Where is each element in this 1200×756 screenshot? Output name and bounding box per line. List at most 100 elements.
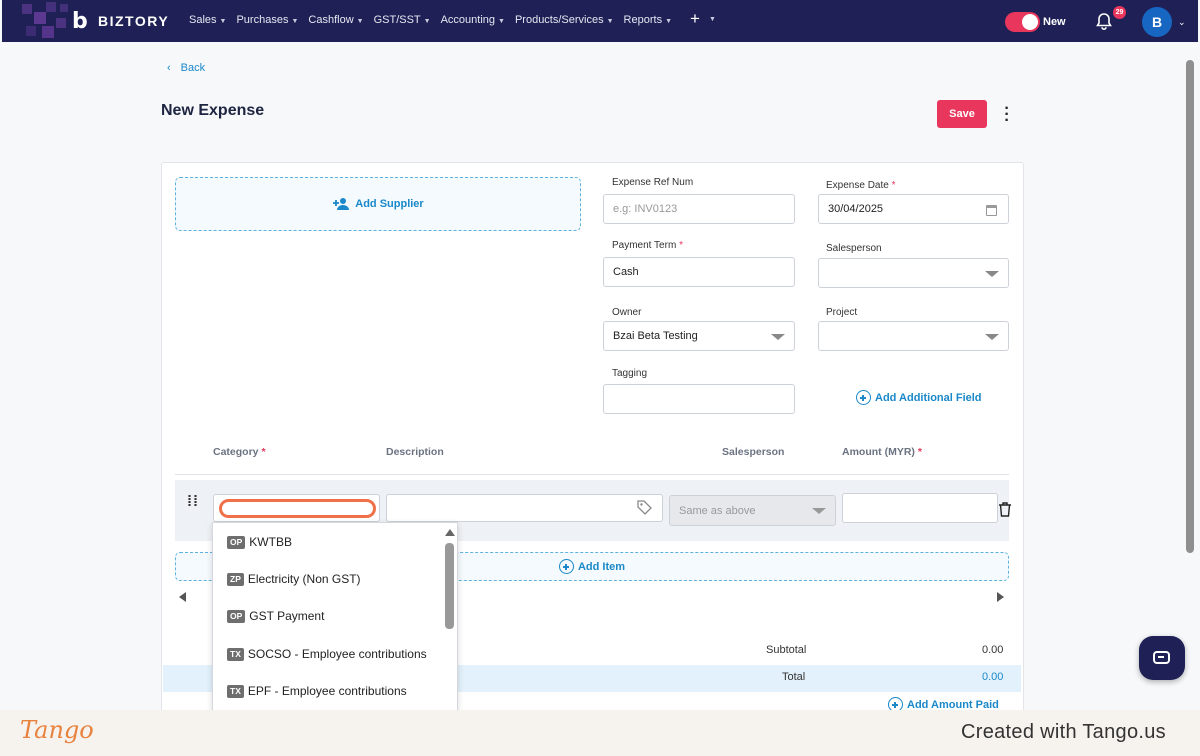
amount-header: Amount (MYR) * xyxy=(842,446,922,458)
expense-date-label: Expense Date * xyxy=(826,180,896,191)
add-additional-field-button[interactable]: Add Additional Field xyxy=(856,390,982,405)
chevron-down-icon: ▼ xyxy=(665,18,673,25)
add-circle-icon xyxy=(856,390,871,405)
page-scrollbar[interactable] xyxy=(1186,60,1194,553)
add-person-icon xyxy=(333,198,350,210)
subtotal-value: 0.00 xyxy=(982,644,1004,656)
salesperson-label: Salesperson xyxy=(826,243,882,254)
add-supplier-button[interactable]: Add Supplier xyxy=(175,177,581,231)
biztory-logo-icon[interactable]: b xyxy=(72,11,92,33)
tagging-label: Tagging xyxy=(612,368,648,379)
category-header: Category * xyxy=(213,446,266,458)
dropdown-arrow-icon xyxy=(985,334,999,340)
expense-ref-label: Expense Ref Num xyxy=(612,177,694,188)
chevron-down-icon: ▼ xyxy=(356,18,364,25)
divider xyxy=(175,474,1009,475)
chevron-down-icon: ▼ xyxy=(606,18,614,25)
toggle-label: New xyxy=(1043,16,1066,28)
nav-item-gst-sst[interactable]: GST/SST ▼ xyxy=(374,14,431,26)
dropdown-arrow-icon xyxy=(812,508,826,514)
save-button[interactable]: Save xyxy=(937,100,987,128)
trash-icon[interactable] xyxy=(998,502,1012,517)
description-header: Description xyxy=(386,446,444,458)
page-title: New Expense xyxy=(161,102,265,119)
chevron-down-icon: ▼ xyxy=(423,18,431,25)
list-item[interactable]: OP KWTBB xyxy=(227,535,292,549)
main-nav: Sales ▼ Purchases ▼ Cashflow ▼ GST/SST ▼ Acc… xyxy=(189,14,682,26)
logo-pixel xyxy=(34,12,46,24)
tax-code-badge: TX xyxy=(227,684,244,698)
owner-select[interactable]: Bzai Beta Testing xyxy=(603,321,795,351)
expense-date-input[interactable]: 30/04/2025 xyxy=(818,194,1009,224)
amount-input[interactable] xyxy=(842,493,998,523)
project-select[interactable] xyxy=(818,321,1009,351)
list-item[interactable]: ZP Electricity (Non GST) xyxy=(227,572,361,586)
chevron-left-icon: ‹ xyxy=(167,62,171,74)
click-highlight xyxy=(219,499,376,518)
logo-pixel xyxy=(22,4,32,14)
owner-label: Owner xyxy=(612,307,642,318)
tax-code-badge: TX xyxy=(227,647,244,661)
nav-item-sales[interactable]: Sales ▼ xyxy=(189,14,226,26)
dropdown-arrow-icon xyxy=(985,271,999,277)
more-options-icon[interactable]: · · · xyxy=(1002,101,1012,129)
bell-icon[interactable] xyxy=(1095,12,1113,30)
chat-support-button[interactable] xyxy=(1139,636,1185,680)
add-circle-icon xyxy=(558,559,574,574)
logo-pixel xyxy=(46,2,56,12)
salesperson-select[interactable] xyxy=(818,258,1009,288)
total-value: 0.00 xyxy=(982,671,1004,683)
dropdown-arrow-icon xyxy=(771,334,785,340)
salesperson-header: Salesperson xyxy=(722,446,785,458)
category-dropdown: OP KWTBB ZP Electricity (Non GST) OP GST Pa… xyxy=(212,522,458,722)
back-link[interactable]: ‹ Back xyxy=(167,62,205,74)
nav-item-purchases[interactable]: Purchases ▼ xyxy=(236,14,298,26)
scroll-right-icon[interactable] xyxy=(997,592,1004,602)
nav-item-accounting[interactable]: Accounting ▼ xyxy=(441,14,505,26)
scroll-left-icon[interactable] xyxy=(179,592,186,602)
logo-pixel xyxy=(56,18,66,28)
payment-term-label: Payment Term * xyxy=(612,240,683,251)
chevron-down-icon: ▼ xyxy=(291,18,299,25)
toggle-knob xyxy=(1022,14,1038,30)
chevron-down-icon[interactable]: ▼ xyxy=(709,16,716,23)
logo-pixel xyxy=(42,26,54,38)
calendar-icon[interactable] xyxy=(986,205,997,216)
nav-item-cashflow[interactable]: Cashflow ▼ xyxy=(308,14,363,26)
tax-code-badge: ZP xyxy=(227,572,244,586)
subtotal-label: Subtotal xyxy=(766,644,807,656)
tango-credit: Created with Tango.us xyxy=(961,721,1166,743)
app-logo-text[interactable]: BIZTORY xyxy=(98,13,169,29)
line-salesperson-select[interactable]: Same as above xyxy=(669,495,836,526)
chevron-down-icon: ▼ xyxy=(219,18,227,25)
tax-code-badge: OP xyxy=(227,535,246,549)
drag-handle-icon[interactable]: ⁞⁞ xyxy=(187,494,198,511)
scroll-up-icon[interactable] xyxy=(445,529,455,536)
project-label: Project xyxy=(826,307,858,318)
user-avatar[interactable]: B xyxy=(1142,7,1172,37)
dropdown-scrollbar[interactable] xyxy=(445,543,454,629)
payment-term-input[interactable]: Cash xyxy=(603,257,795,287)
nav-item-reports[interactable]: Reports ▼ xyxy=(624,14,672,26)
tag-icon[interactable] xyxy=(637,500,652,515)
expense-ref-input[interactable]: e.g: INV0123 xyxy=(603,194,795,224)
quick-add-plus-icon[interactable]: + xyxy=(690,10,700,27)
nav-item-products-services[interactable]: Products/Services ▼ xyxy=(515,14,614,26)
new-ui-toggle[interactable] xyxy=(1005,12,1040,32)
chevron-down-icon: ▼ xyxy=(498,18,505,25)
total-label: Total xyxy=(782,671,806,683)
add-supplier-label: Add Supplier xyxy=(355,198,424,210)
top-navbar: b BIZTORY Sales ▼ Purchases ▼ Cashflow ▼ GS… xyxy=(2,0,1198,42)
logo-pixel xyxy=(60,4,68,12)
tax-code-badge: OP xyxy=(227,609,246,623)
notification-badge: 29 xyxy=(1113,6,1126,19)
chat-icon xyxy=(1153,651,1170,664)
tagging-input[interactable] xyxy=(603,384,795,414)
logo-pixel xyxy=(26,26,36,36)
tango-logo: Tango xyxy=(20,716,94,744)
list-item[interactable]: TX EPF - Employee contributions xyxy=(227,684,407,698)
list-item[interactable]: OP GST Payment xyxy=(227,609,324,623)
chevron-down-icon[interactable]: ⌄ xyxy=(1178,17,1186,28)
list-item[interactable]: TX SOCSO - Employee contributions xyxy=(227,647,427,661)
description-input[interactable] xyxy=(386,494,663,522)
